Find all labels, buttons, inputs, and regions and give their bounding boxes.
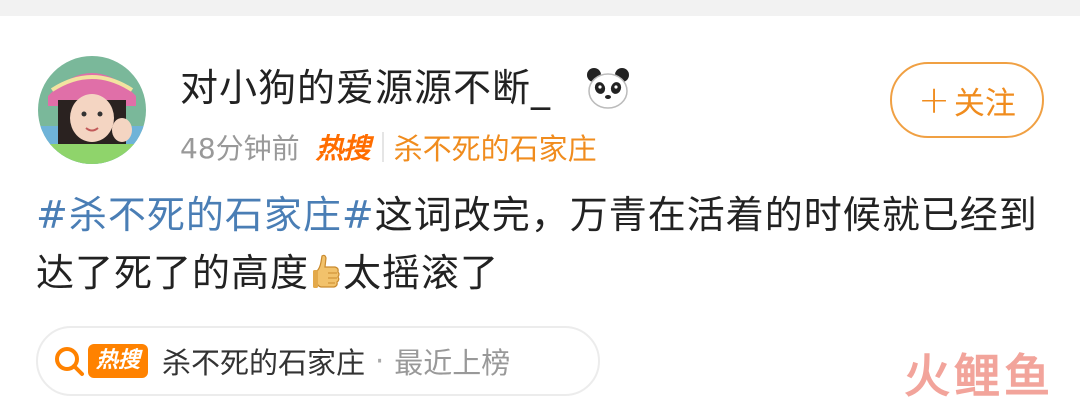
follow-label: 关注 <box>953 85 1016 122</box>
meta-divider <box>381 132 384 162</box>
hot-search-card[interactable]: 热搜 杀不死的石家庄 · 最近上榜 <box>36 326 600 396</box>
username[interactable]: 对小狗的爱源源不断_ <box>180 62 551 114</box>
card-separator: · <box>375 344 385 378</box>
card-topic: 杀不死的石家庄 <box>162 346 366 380</box>
topic-tag-link[interactable]: 杀不死的石家庄 <box>394 126 597 168</box>
thumbs-up-icon <box>313 254 340 288</box>
follow-button[interactable]: + 关注 <box>890 62 1044 138</box>
card-status: 最近上榜 <box>394 346 511 380</box>
watermark: 火鲤鱼 <box>904 349 1054 403</box>
post-content: #杀不死的石家庄#这词改完，万青在活着的时候就已经到达了死了的高度 太摇滚了 <box>36 186 1046 302</box>
plus-icon: + <box>918 78 950 122</box>
hashtag-link[interactable]: #杀不死的石家庄# <box>36 193 375 237</box>
card-hot-badge: 热搜 <box>88 344 149 378</box>
hot-search-badge: 热搜 <box>315 132 371 165</box>
top-bar <box>0 0 1080 16</box>
post-text-end: 太摇滚了 <box>343 251 500 295</box>
avatar[interactable] <box>38 56 146 164</box>
post-time: 48分钟前 <box>180 132 300 165</box>
panda-icon <box>587 68 629 109</box>
post-meta: 48分钟前 热搜 杀不死的石家庄 <box>180 124 597 170</box>
search-icon <box>55 347 84 376</box>
